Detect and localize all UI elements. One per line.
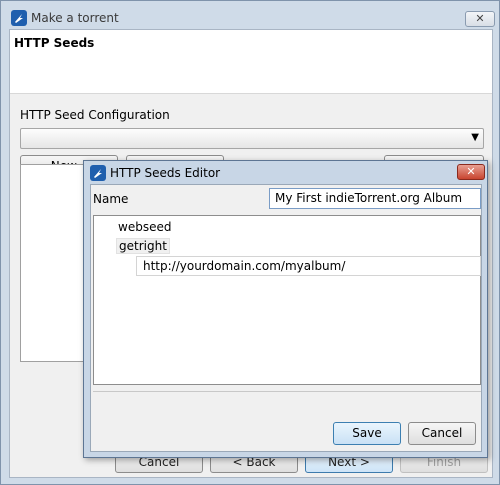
config-label: HTTP Seed Configuration: [20, 108, 170, 122]
save-button[interactable]: Save: [333, 422, 401, 445]
window-title: Make a torrent: [31, 11, 119, 25]
config-select[interactable]: ▼: [20, 128, 484, 149]
seed-list[interactable]: [20, 164, 86, 362]
app-icon: [11, 10, 27, 26]
seed-tree[interactable]: webseed getright http://yourdomain.com/m…: [93, 215, 481, 385]
window-close-button[interactable]: ✕: [465, 11, 495, 27]
wizard-header: HTTP Seeds: [10, 30, 492, 94]
name-input[interactable]: My First indieTorrent.org Album: [269, 188, 481, 209]
seed-url-field[interactable]: http://yourdomain.com/myalbum/: [136, 256, 481, 276]
tree-node-getright[interactable]: getright: [116, 238, 170, 254]
tree-node-webseed[interactable]: webseed: [118, 220, 171, 234]
step-title: HTTP Seeds: [14, 36, 95, 50]
app-icon: [90, 165, 106, 181]
http-seeds-editor-dialog: HTTP Seeds Editor ✕ Name My First indieT…: [83, 160, 488, 458]
divider: [93, 391, 481, 392]
cancel-button[interactable]: Cancel: [408, 422, 476, 445]
dialog-client: Name My First indieTorrent.org Album web…: [90, 184, 482, 452]
dialog-close-button[interactable]: ✕: [457, 164, 485, 180]
dialog-title: HTTP Seeds Editor: [110, 166, 221, 180]
chevron-down-icon: ▼: [471, 132, 479, 143]
window-titlebar[interactable]: Make a torrent ✕: [9, 7, 495, 29]
name-label: Name: [93, 192, 129, 206]
